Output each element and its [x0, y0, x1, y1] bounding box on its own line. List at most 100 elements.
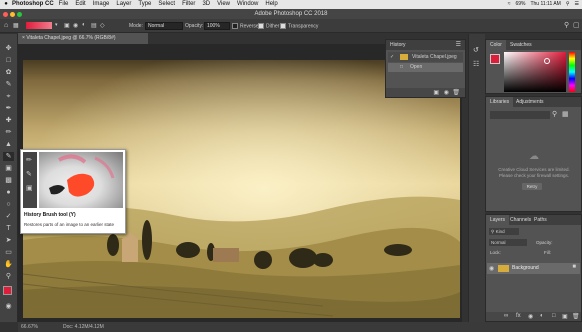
gradient-tool-icon[interactable]: ▩	[3, 176, 14, 185]
chevron-down-icon[interactable]: ▾	[55, 22, 58, 28]
layer-filter-kind[interactable]: ⚲ Kind	[489, 228, 519, 235]
swatches-tab[interactable]: Swatches	[506, 40, 536, 50]
history-panel-icon[interactable]: ↺	[473, 46, 479, 54]
healing-brush-tool-icon[interactable]: ✚	[3, 116, 14, 125]
layer-lock-icon[interactable]: ■	[572, 264, 576, 270]
panel-icon-dock: ↺ ☷	[468, 34, 485, 322]
mode-select[interactable]: Normal	[145, 22, 183, 30]
tool-preset-icon[interactable]: ▦	[13, 22, 19, 29]
reverse-checkbox[interactable]	[232, 23, 238, 29]
blur-tool-icon[interactable]: ●	[3, 188, 14, 197]
libraries-tab[interactable]: Libraries	[486, 97, 514, 107]
eraser-tool-icon[interactable]: ▣	[3, 164, 14, 173]
home-icon[interactable]: ⌂	[4, 22, 8, 29]
menu-view[interactable]: View	[217, 0, 230, 9]
menu-window[interactable]: Window	[237, 0, 258, 9]
retry-button[interactable]: Retry	[522, 183, 542, 190]
menu-image[interactable]: Image	[93, 0, 110, 9]
hue-slider[interactable]	[569, 52, 575, 92]
adjustments-tab[interactable]: Adjustments	[512, 97, 548, 107]
menu-file[interactable]: File	[59, 0, 69, 9]
menu-type[interactable]: Type	[138, 0, 151, 9]
reflected-gradient-icon[interactable]: ▤	[91, 22, 97, 29]
lasso-tool-icon[interactable]: ✿	[3, 68, 14, 77]
new-group-icon[interactable]: □	[552, 313, 556, 319]
library-select[interactable]	[490, 111, 550, 119]
linear-gradient-icon[interactable]: ▣	[64, 22, 70, 29]
grid-view-icon[interactable]: ▦	[562, 110, 569, 118]
delete-layer-icon[interactable]: 🗑	[572, 313, 580, 320]
new-document-from-state-icon[interactable]: ▣	[433, 89, 439, 96]
quick-mask-icon[interactable]: ◉	[3, 302, 14, 311]
adjustment-layer-icon[interactable]: ◐	[540, 313, 544, 319]
clone-stamp-tool-icon[interactable]: ▲	[3, 140, 14, 149]
history-snapshot[interactable]: ✓ Vitaleta Chapel.jpeg	[388, 52, 463, 62]
hand-tool-icon[interactable]: ✋	[3, 260, 14, 269]
paths-tab[interactable]: Paths	[530, 215, 551, 225]
menu-layer[interactable]: Layer	[116, 0, 131, 9]
document-size[interactable]: Doc: 4.12M/4.12M	[63, 322, 104, 332]
transparency-option[interactable]: Transparency	[280, 23, 318, 29]
foreground-color-swatch[interactable]	[3, 286, 12, 295]
layer-row-background[interactable]: ◉ Background ■	[487, 263, 580, 274]
layer-style-icon[interactable]: fx	[516, 313, 521, 319]
path-select-tool-icon[interactable]: ➤	[3, 236, 14, 245]
menu-filter[interactable]: Filter	[182, 0, 195, 9]
menu-list-icon[interactable]: ☰	[575, 0, 579, 9]
dither-option[interactable]: Dither	[258, 23, 279, 29]
add-mask-icon[interactable]: ◉	[528, 313, 533, 320]
menu-3d[interactable]: 3D	[202, 0, 210, 9]
quick-select-tool-icon[interactable]: ✎	[3, 80, 14, 89]
pen-tool-icon[interactable]: ✓	[3, 212, 14, 221]
new-layer-icon[interactable]: ▣	[562, 313, 568, 320]
layer-visibility-eye-icon[interactable]: ◉	[489, 265, 494, 272]
angle-gradient-icon[interactable]: ◐	[82, 22, 86, 28]
crop-tool-icon[interactable]: ⌖	[3, 92, 14, 101]
layer-name[interactable]: Background	[512, 263, 539, 274]
gradient-picker[interactable]	[26, 22, 52, 29]
menu-edit[interactable]: Edit	[75, 0, 85, 9]
rectangle-tool-icon[interactable]: ▭	[3, 248, 14, 257]
history-brush-tool-icon[interactable]: ✎	[3, 152, 14, 161]
search-icon[interactable]: ⚲	[566, 0, 570, 9]
link-layers-icon[interactable]: ∞	[504, 313, 508, 319]
color-tab[interactable]: Color	[486, 40, 506, 50]
zoom-tool-icon[interactable]: ⚲	[3, 272, 14, 281]
radial-gradient-icon[interactable]: ◉	[73, 22, 78, 29]
panel-menu-icon[interactable]: ☰	[456, 41, 461, 48]
trash-icon[interactable]: 🗑	[452, 89, 460, 96]
close-tab-icon[interactable]: ×	[22, 35, 25, 41]
menu-app-name[interactable]: Photoshop CC	[12, 0, 54, 9]
marquee-tool-icon[interactable]: □	[3, 56, 14, 65]
dodge-tool-icon[interactable]: ○	[3, 200, 14, 209]
menu-help[interactable]: Help	[265, 0, 277, 9]
history-tab[interactable]: History	[386, 40, 410, 50]
diamond-gradient-icon[interactable]: ◇	[100, 22, 105, 29]
snapshot-camera-icon[interactable]: ◉	[444, 89, 449, 96]
blend-mode-select[interactable]: Normal	[489, 239, 527, 246]
color-picker-field[interactable]	[504, 52, 566, 92]
opacity-field[interactable]: 100%	[204, 22, 230, 30]
transparency-checkbox[interactable]	[280, 23, 286, 29]
workspace-icon[interactable]: ▢	[573, 21, 580, 29]
dither-checkbox[interactable]	[258, 23, 264, 29]
eyedropper-tool-icon[interactable]: ✒	[3, 104, 14, 113]
color-picker-cursor[interactable]	[544, 58, 550, 64]
color-foreground-swatch[interactable]	[490, 54, 500, 64]
library-search-icon[interactable]: ⚲	[552, 110, 557, 118]
apple-icon[interactable]: ●	[2, 0, 10, 9]
wifi-icon[interactable]: ≈	[508, 0, 511, 9]
reverse-option[interactable]: Reverse	[232, 23, 259, 29]
document-tab[interactable]: × Vitaleta Chapel.jpeg @ 66.7% (RGB/8#)	[18, 33, 148, 44]
history-source-icon[interactable]: ✓	[390, 52, 394, 62]
menu-select[interactable]: Select	[158, 0, 175, 9]
properties-panel-icon[interactable]: ☷	[473, 60, 479, 68]
history-state-open[interactable]: □ Open	[388, 63, 463, 72]
zoom-level[interactable]: 66.67%	[21, 322, 38, 332]
search-icon[interactable]: ⚲	[564, 21, 569, 29]
type-tool-icon[interactable]: T	[3, 224, 14, 233]
battery-level[interactable]: 69%	[515, 0, 525, 9]
brush-tool-icon[interactable]: ✏	[3, 128, 14, 137]
clock[interactable]: Thu 11:11 AM	[530, 0, 560, 9]
move-tool-icon[interactable]: ✥	[3, 44, 14, 53]
